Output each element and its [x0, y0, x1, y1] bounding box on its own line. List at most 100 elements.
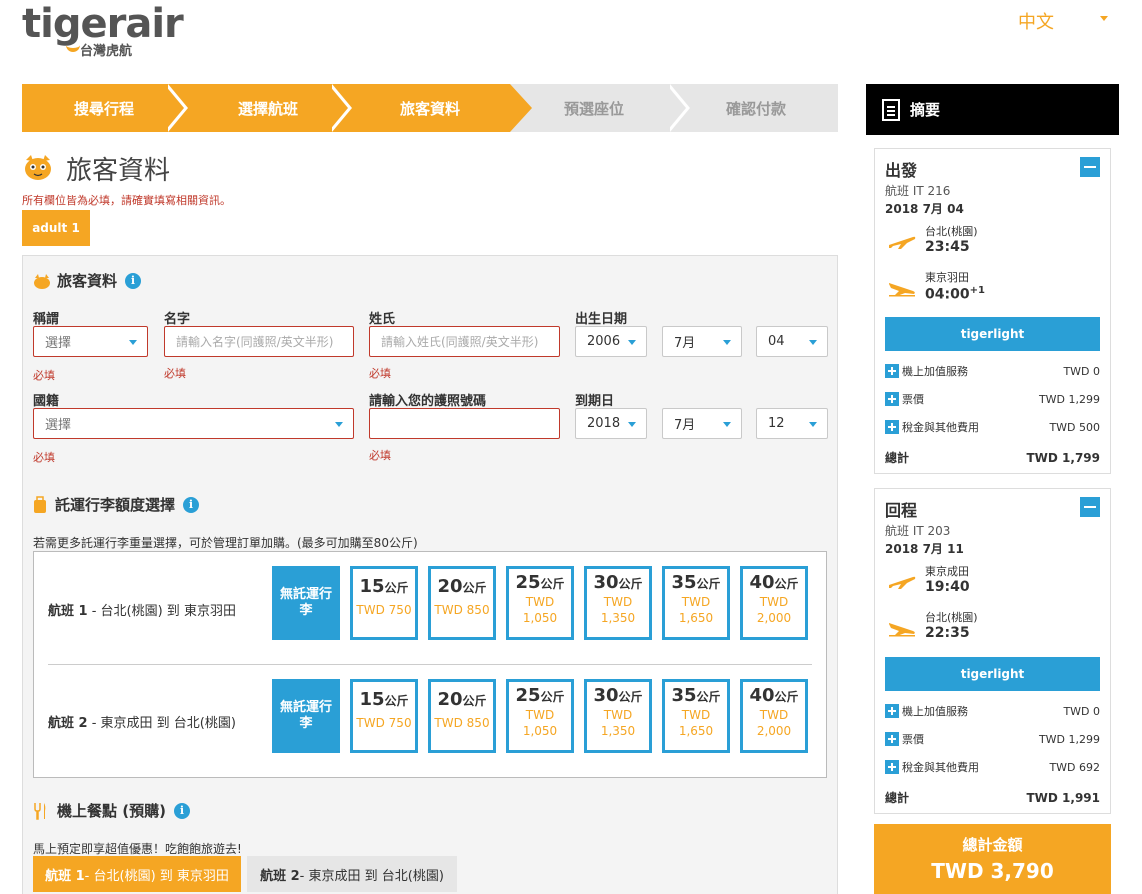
outbound-tax-row[interactable]: 稅金與其他費用 TWD 500: [885, 419, 1100, 435]
collapse-minus-icon[interactable]: [1080, 157, 1100, 177]
bag-unit: 公斤: [462, 694, 487, 708]
dob-label: 出生日期: [575, 312, 628, 327]
expiry-month-select[interactable]: 7月: [662, 408, 742, 439]
flight-1-bag-30[interactable]: 30公斤 TWD 1,350: [584, 566, 652, 640]
expand-plus-icon[interactable]: [885, 364, 899, 378]
luggage-icon: [34, 495, 46, 513]
flight-1-bag-25[interactable]: 25公斤 TWD 1,050: [506, 566, 574, 640]
flight-2-bag-20[interactable]: 20公斤 TWD 850: [428, 679, 496, 753]
bag-price: TWD 850: [434, 603, 490, 617]
flight-2-bag-15[interactable]: 15公斤 TWD 750: [350, 679, 418, 753]
flight-1-bag-15[interactable]: 15公斤 TWD 750: [350, 566, 418, 640]
flight-2-route: - 東京成田 到 台北(桃園): [87, 716, 236, 731]
addon-label: 機上加值服務: [902, 705, 968, 718]
inbound-dep-city: 東京成田: [925, 565, 969, 578]
flight-2-no-baggage-button[interactable]: 無託運行李: [272, 679, 340, 753]
total-label: 總計: [885, 451, 910, 465]
flight-1-bag-35[interactable]: 35公斤 TWD 1,650: [662, 566, 730, 640]
dob-month-value: 7月: [674, 336, 696, 351]
logo-subtitle: 台灣虎航: [80, 44, 133, 59]
inbound-arr-city: 台北(桃園): [925, 611, 978, 624]
expand-plus-icon[interactable]: [885, 420, 899, 434]
dob-month-select[interactable]: 7月: [662, 326, 742, 357]
takeoff-icon: [889, 576, 916, 589]
dob-year-value: 2006: [587, 334, 621, 349]
ticket-label: 票價: [902, 733, 924, 746]
divider: [48, 664, 812, 665]
nationality-select[interactable]: 選擇: [33, 408, 354, 439]
bag-price-amount: 1,650: [678, 611, 714, 625]
dob-day-select[interactable]: 04: [756, 326, 828, 357]
bag-price-amount: 1,050: [522, 611, 558, 625]
dob-year-select[interactable]: 2006: [575, 326, 647, 357]
booking-steps: 搜尋行程 選擇航班 旅客資料 預選座位 確認付款: [22, 84, 838, 132]
bag-kg: 25: [515, 572, 541, 593]
flight-2-bag-25[interactable]: 25公斤 TWD 1,050: [506, 679, 574, 753]
arrival-time-value: 04:00: [925, 286, 970, 303]
chevron-down-icon[interactable]: [1100, 16, 1108, 21]
flight-1-bag-40[interactable]: 40公斤 TWD 2,000: [740, 566, 808, 640]
expiry-year-select[interactable]: 2018: [575, 408, 647, 439]
flight-2-bag-35[interactable]: 35公斤 TWD 1,650: [662, 679, 730, 753]
info-icon[interactable]: i: [125, 272, 142, 289]
title-label: 稱謂: [33, 312, 60, 327]
inbound-tax-row[interactable]: 稅金與其他費用 TWD 692: [885, 759, 1100, 775]
outbound-addon-row[interactable]: 機上加值服務 TWD 0: [885, 363, 1100, 379]
flight-2-bag-40[interactable]: 40公斤 TWD 2,000: [740, 679, 808, 753]
flight-1-number: 航班 1: [48, 604, 88, 619]
first-name-input[interactable]: [176, 334, 353, 349]
passport-field[interactable]: [369, 408, 560, 439]
flight-2-number: 航班 2: [48, 716, 88, 731]
chevron-down-icon: [628, 340, 636, 345]
passenger-section-label: 旅客資料: [57, 272, 118, 290]
tigerair-logo[interactable]: tigerair 台灣虎航: [22, 1, 184, 64]
passport-input[interactable]: [381, 416, 559, 431]
inbound-addon-row[interactable]: 機上加值服務 TWD 0: [885, 703, 1100, 719]
expand-plus-icon[interactable]: [885, 704, 899, 718]
tab-adult-1[interactable]: adult 1: [22, 210, 90, 246]
meal-tab-flight-1[interactable]: 航班 1 - 台北(桃園) 到 東京羽田: [33, 856, 241, 892]
collapse-minus-icon[interactable]: [1080, 497, 1100, 517]
last-name-field[interactable]: [369, 326, 560, 357]
bag-price-currency: TWD: [525, 595, 555, 609]
ticket-value: TWD 1,299: [1038, 392, 1100, 406]
flight-2-bag-30[interactable]: 30公斤 TWD 1,350: [584, 679, 652, 753]
outbound-ticket-row[interactable]: 票價 TWD 1,299: [885, 391, 1100, 407]
bag-unit: 公斤: [696, 690, 721, 704]
expand-plus-icon[interactable]: [885, 732, 899, 746]
step-seat: 預選座位: [563, 99, 624, 118]
info-icon[interactable]: i: [183, 496, 200, 513]
logo-word: tigerair: [22, 1, 184, 47]
info-icon[interactable]: i: [173, 802, 190, 819]
flight-1-no-baggage-button[interactable]: 無託運行李: [272, 566, 340, 640]
document-icon: [882, 98, 900, 121]
tax-label: 稅金與其他費用: [902, 761, 979, 774]
last-name-input[interactable]: [381, 334, 559, 349]
last-name-label: 姓氏: [369, 312, 396, 327]
title-select-value: 選擇: [45, 336, 72, 351]
passenger-form-panel: 旅客資料 i 稱謂 選擇 必填 名字 必填 姓氏 必填 出生日期 2006 7月…: [22, 255, 838, 894]
expiry-day-select[interactable]: 12: [756, 408, 828, 439]
bag-unit: 公斤: [462, 581, 487, 595]
meal-section-label: 機上餐點 (預購): [57, 802, 166, 820]
bag-kg: 35: [671, 572, 697, 593]
inbound-dep-time: 19:40: [925, 579, 970, 595]
step-search[interactable]: 搜尋行程: [22, 84, 186, 132]
meal-tab-flight-2[interactable]: 航班 2 - 東京成田 到 台北(桃園): [247, 856, 457, 892]
outbound-date: 2018 7月 04: [885, 202, 964, 216]
expand-plus-icon[interactable]: [885, 760, 899, 774]
language-selector[interactable]: 中文: [1018, 8, 1054, 34]
bag-price-amount: 2,000: [756, 724, 792, 738]
expand-plus-icon[interactable]: [885, 392, 899, 406]
title-select[interactable]: 選擇: [33, 326, 148, 357]
baggage-flight-2-label: 航班 2 - 東京成田 到 台北(桃園): [48, 712, 236, 731]
chevron-down-icon: [723, 422, 731, 427]
takeoff-icon: [889, 236, 916, 249]
tiger-head-icon: [25, 155, 51, 180]
inbound-ticket-row[interactable]: 票價 TWD 1,299: [885, 731, 1100, 747]
step-select-flight[interactable]: 選擇航班: [186, 84, 350, 132]
bag-price-amount: 1,650: [678, 724, 714, 738]
first-name-field[interactable]: [164, 326, 354, 357]
flight-1-bag-20[interactable]: 20公斤 TWD 850: [428, 566, 496, 640]
bag-unit: 公斤: [384, 694, 409, 708]
